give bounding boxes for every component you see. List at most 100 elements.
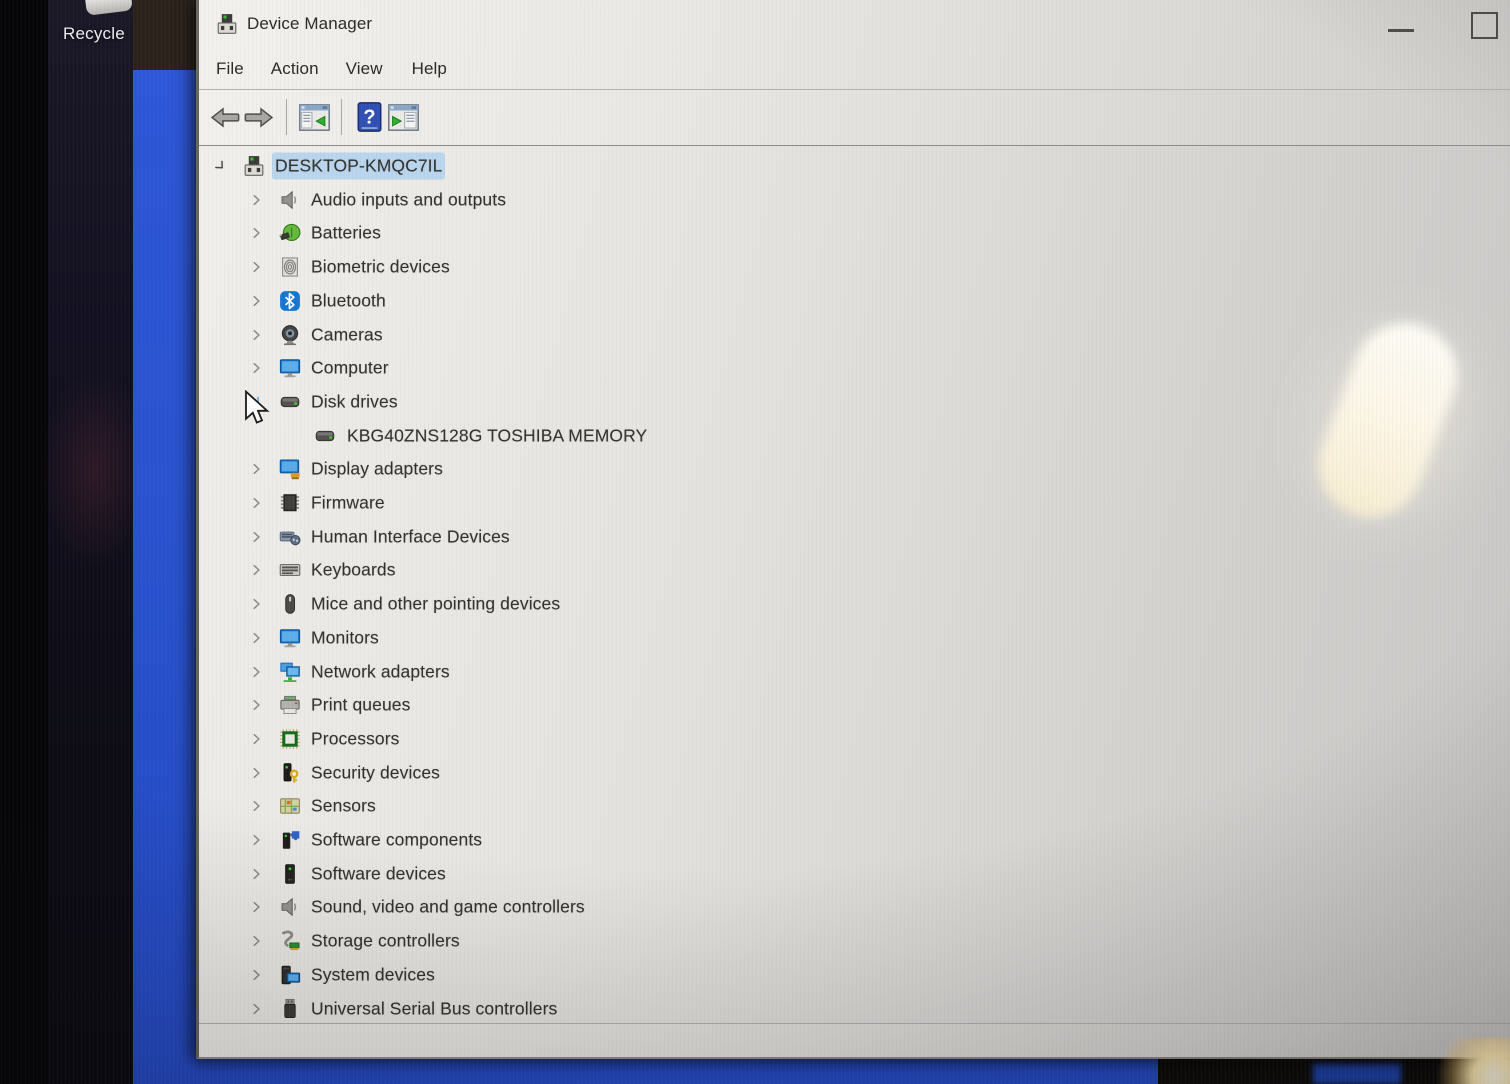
tree-item-software-devices[interactable]: Software devices (199, 857, 1510, 891)
tree-item-label[interactable]: Firmware (311, 493, 385, 514)
tree-item-label[interactable]: Bluetooth (311, 290, 386, 311)
tree-item-human-interface-devices[interactable]: Human Interface Devices (199, 520, 1510, 554)
tree-item-label[interactable]: Security devices (311, 762, 440, 783)
svg-text:?: ? (363, 106, 375, 128)
chevron-right-icon[interactable] (249, 327, 264, 342)
tree-item-label[interactable]: Audio inputs and outputs (311, 189, 506, 210)
chevron-right-icon[interactable] (249, 1001, 264, 1016)
chevron-right-icon[interactable] (249, 226, 264, 241)
device-manager-window: Device Manager File Action View Help ? DESK… (196, 0, 1510, 1059)
toolbar-separator (286, 99, 287, 135)
chevron-right-icon[interactable] (249, 967, 264, 982)
tree-item-label[interactable]: Keyboards (311, 560, 396, 581)
tree-item-disk-drives[interactable]: Disk drives (199, 385, 1510, 419)
help-button[interactable]: ? (352, 98, 386, 136)
menu-help[interactable]: Help (412, 59, 447, 79)
tree-item-monitors[interactable]: Monitors (199, 621, 1510, 655)
tree-item-label[interactable]: Storage controllers (311, 931, 460, 952)
tree-item-label[interactable]: Mice and other pointing devices (311, 594, 560, 615)
tree-item-label[interactable]: Cameras (311, 324, 383, 345)
menu-action[interactable]: Action (271, 59, 319, 79)
tree-item-biometric-devices[interactable]: Biometric devices (199, 250, 1510, 284)
tree-item-label[interactable]: Biometric devices (311, 257, 450, 278)
speaker-icon (279, 896, 301, 918)
tree-item-kbg40zns128g-toshiba-memory[interactable]: KBG40ZNS128G TOSHIBA MEMORY (199, 419, 1510, 453)
tree-item-security-devices[interactable]: Security devices (199, 756, 1510, 790)
tree-item-label[interactable]: Sensors (311, 796, 376, 817)
tree-item-label[interactable]: Monitors (311, 627, 379, 648)
tree-item-label[interactable]: Sound, video and game controllers (311, 897, 585, 918)
tree-item-mice-and-other-pointing-devices[interactable]: Mice and other pointing devices (199, 587, 1510, 621)
forward-button[interactable] (242, 98, 276, 136)
foreground-blue-detail (1313, 1063, 1401, 1084)
chevron-right-icon[interactable] (249, 597, 264, 612)
menu-file[interactable]: File (216, 59, 244, 79)
disk-icon (279, 391, 301, 413)
tree-item-display-adapters[interactable]: Display adapters (199, 452, 1510, 486)
tree-item-cameras[interactable]: Cameras (199, 318, 1510, 352)
chevron-right-icon[interactable] (249, 765, 264, 780)
chevron-expanded-icon[interactable] (213, 159, 228, 174)
tree-item-universal-serial-bus-controllers[interactable]: Universal Serial Bus controllers (199, 992, 1510, 1024)
back-button[interactable] (208, 98, 242, 136)
chevron-right-icon[interactable] (249, 900, 264, 915)
software-device-icon (279, 863, 301, 885)
tree-item-processors[interactable]: Processors (199, 722, 1510, 756)
tree-item-system-devices[interactable]: System devices (199, 958, 1510, 992)
tree-item-keyboards[interactable]: Keyboards (199, 553, 1510, 587)
tree-item-label[interactable]: Processors (311, 728, 400, 749)
bluetooth-icon (279, 290, 301, 312)
chevron-right-icon[interactable] (249, 698, 264, 713)
tree-item-label[interactable]: DESKTOP-KMQC7IL (275, 155, 443, 177)
tree-item-label[interactable]: System devices (311, 964, 435, 985)
tree-item-software-components[interactable]: Software components (199, 823, 1510, 857)
tree-item-batteries[interactable]: Batteries (199, 216, 1510, 250)
chevron-right-icon[interactable] (249, 293, 264, 308)
tree-item-bluetooth[interactable]: Bluetooth (199, 284, 1510, 318)
tree-item-storage-controllers[interactable]: Storage controllers (199, 924, 1510, 958)
tree-item-sensors[interactable]: Sensors (199, 789, 1510, 823)
maximize-button[interactable] (1463, 6, 1505, 44)
chevron-right-icon[interactable] (249, 866, 264, 881)
chevron-right-icon[interactable] (249, 192, 264, 207)
chevron-right-icon[interactable] (249, 630, 264, 645)
tree-item-label[interactable]: Human Interface Devices (311, 526, 510, 547)
recycle-bin-label[interactable]: Recycle (63, 24, 125, 44)
tree-item-label[interactable]: Batteries (311, 223, 381, 244)
tree-item-label[interactable]: Software devices (311, 863, 446, 884)
tree-item-label[interactable]: Universal Serial Bus controllers (311, 998, 557, 1019)
action-pane-button[interactable] (386, 98, 420, 136)
chevron-right-icon[interactable] (249, 361, 264, 376)
chevron-right-icon[interactable] (249, 462, 264, 477)
minimize-button[interactable] (1379, 14, 1423, 42)
menu-view[interactable]: View (346, 59, 383, 79)
chevron-right-icon[interactable] (249, 833, 264, 848)
chevron-right-icon[interactable] (249, 799, 264, 814)
chevron-right-icon[interactable] (249, 934, 264, 949)
chevron-expanded-hover-icon[interactable] (249, 394, 264, 409)
tree-item-audio-inputs-and-outputs[interactable]: Audio inputs and outputs (199, 183, 1510, 217)
chevron-right-icon[interactable] (249, 260, 264, 275)
tree-item-label[interactable]: Print queues (311, 695, 410, 716)
show-console-tree-button[interactable] (297, 98, 331, 136)
tree-item-network-adapters[interactable]: Network adapters (199, 655, 1510, 689)
fingerprint-icon (279, 256, 301, 278)
chevron-right-icon[interactable] (249, 496, 264, 511)
tree-item-print-queues[interactable]: Print queues (199, 688, 1510, 722)
tree-item-computer[interactable]: Computer (199, 351, 1510, 385)
tree-item-firmware[interactable]: Firmware (199, 486, 1510, 520)
tree-item-sound-video-and-game-controllers[interactable]: Sound, video and game controllers (199, 890, 1510, 924)
tree-item-label[interactable]: Disk drives (311, 391, 398, 412)
chevron-right-icon[interactable] (249, 529, 264, 544)
chevron-right-icon[interactable] (249, 563, 264, 578)
tree-item-label[interactable]: Network adapters (311, 661, 450, 682)
tree-item-desktop-kmqc7il[interactable]: DESKTOP-KMQC7IL (199, 149, 1510, 183)
camera-icon (279, 324, 301, 346)
tree-item-label[interactable]: KBG40ZNS128G TOSHIBA MEMORY (347, 425, 647, 446)
chevron-right-icon[interactable] (249, 731, 264, 746)
chevron-right-icon[interactable] (249, 664, 264, 679)
tree-item-label[interactable]: Software components (311, 830, 482, 851)
tree-item-label[interactable]: Computer (311, 358, 389, 379)
tree-item-label[interactable]: Display adapters (311, 459, 443, 480)
desktop-wallpaper (133, 70, 196, 1084)
